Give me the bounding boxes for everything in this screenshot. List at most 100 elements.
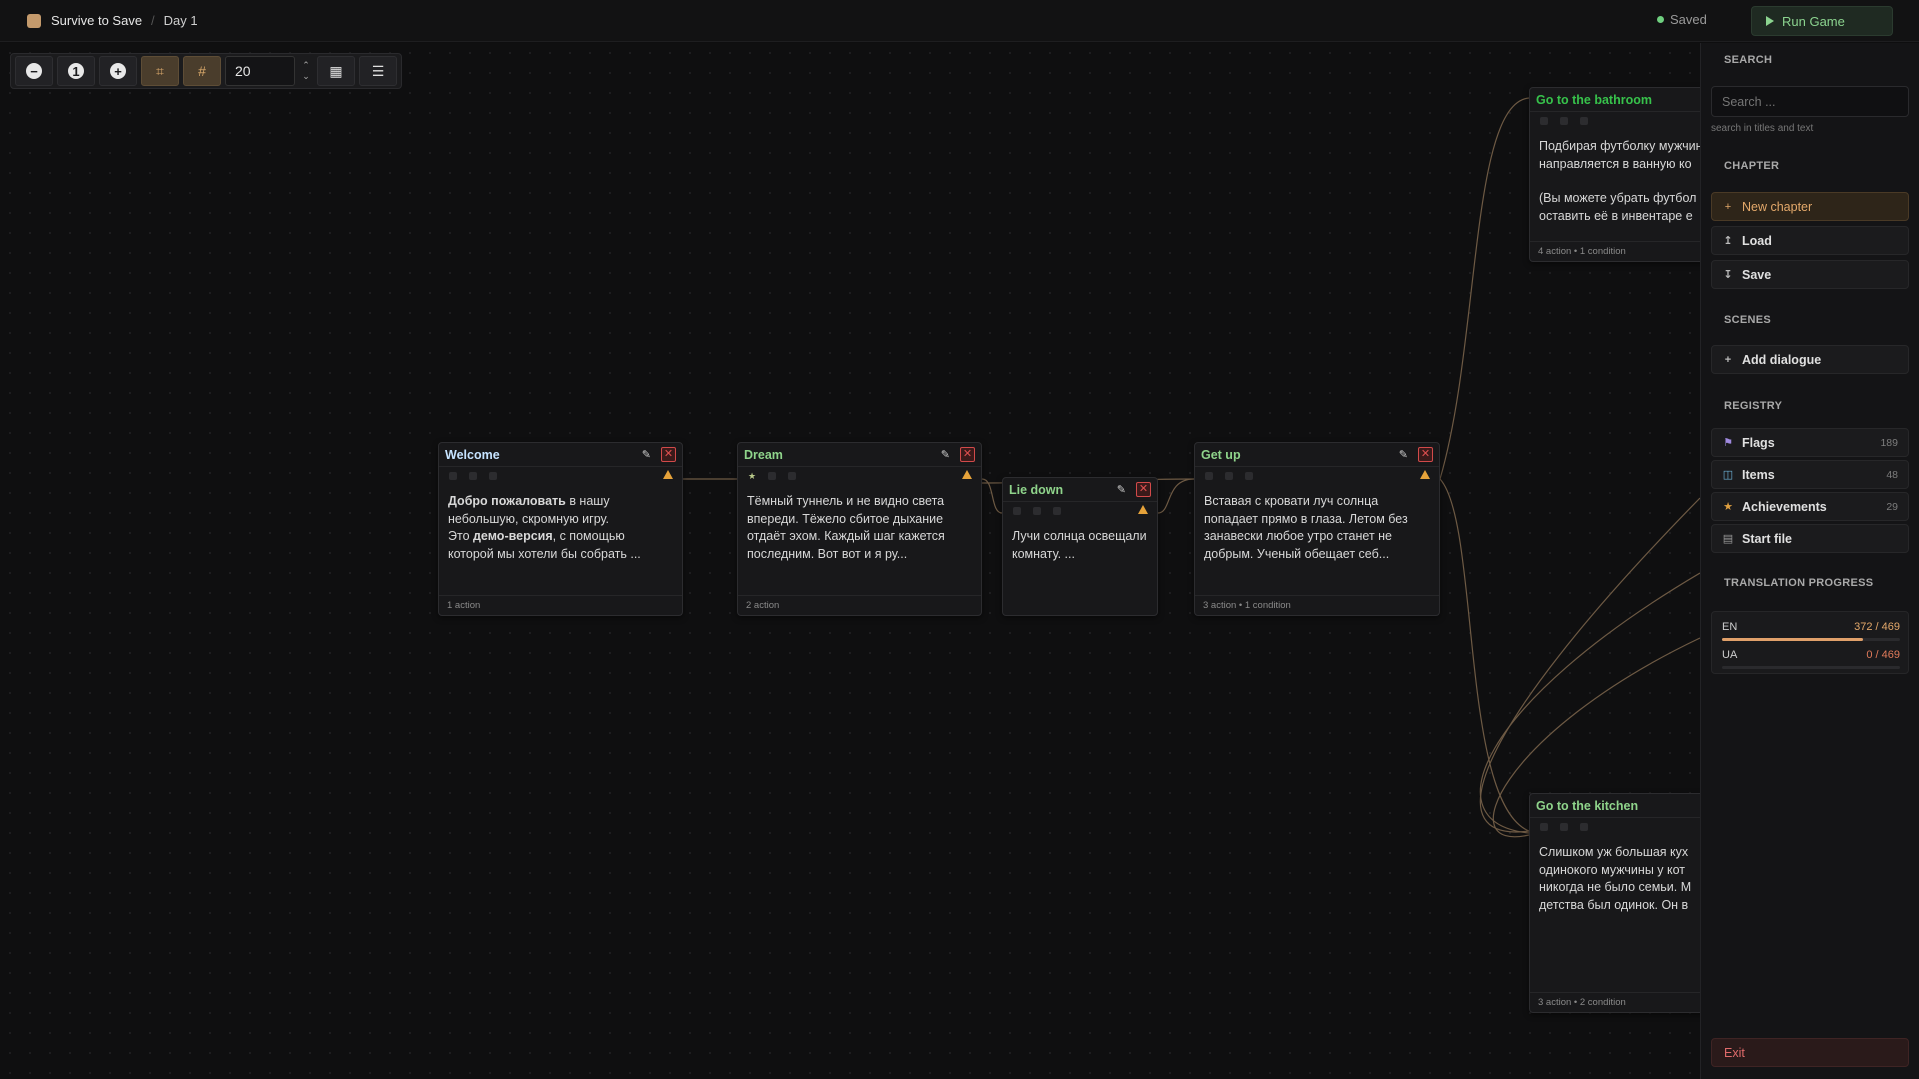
node-header[interactable]: Go to the bathroom xyxy=(1530,88,1700,112)
graph-canvas[interactable]: − 1 + ⌗ # ⌃ ⌄ ▦ ☰ Welcome ✎ ✕ Добро пожа… xyxy=(0,43,1700,1079)
registry-section-title: REGISTRY xyxy=(1724,400,1783,412)
node-header[interactable]: Welcome ✎ ✕ xyxy=(439,443,682,467)
run-game-button[interactable]: Run Game xyxy=(1751,6,1893,36)
node-header[interactable]: Go to the kitchen xyxy=(1530,794,1700,818)
items-label: Items xyxy=(1742,467,1775,482)
scenes-section-title: SCENES xyxy=(1724,314,1772,326)
text-span: Это xyxy=(448,529,473,543)
edit-pencil-icon[interactable]: ✎ xyxy=(1117,483,1126,496)
bold-text: Добро пожаловать xyxy=(448,494,566,508)
achievements-label: Achievements xyxy=(1742,499,1827,514)
warning-icon xyxy=(1138,505,1148,514)
edit-pencil-icon[interactable]: ✎ xyxy=(1399,448,1408,461)
delete-node-button[interactable]: ✕ xyxy=(1136,482,1151,497)
layout-settings-button[interactable]: ☰ xyxy=(359,56,397,86)
achievements-count: 29 xyxy=(1886,500,1898,513)
progress-value: 0 / 469 xyxy=(1866,649,1900,661)
node-title: Welcome xyxy=(445,447,500,462)
grid-visibility-toggle[interactable]: # xyxy=(183,56,221,86)
indicator-icon xyxy=(1560,823,1568,831)
warning-icon xyxy=(1420,470,1430,479)
file-icon: ▤ xyxy=(1722,533,1734,545)
grid-snap-icon: ⌗ xyxy=(156,62,164,79)
translation-section-title: TRANSLATION PROGRESS xyxy=(1724,577,1874,589)
plus-circle-icon: + xyxy=(110,63,126,79)
indicator-icon xyxy=(788,472,797,480)
breadcrumb-separator: / xyxy=(151,13,155,28)
grid-size-input[interactable] xyxy=(225,56,295,86)
start-file-label: Start file xyxy=(1742,531,1793,546)
add-dialogue-button[interactable]: + Add dialogue xyxy=(1711,345,1909,374)
zoom-reset-button[interactable]: 1 xyxy=(57,56,95,86)
node-indicators: ★ xyxy=(738,467,981,485)
play-icon xyxy=(1766,16,1774,26)
minimap-button[interactable]: ▦ xyxy=(317,56,355,86)
edit-pencil-icon[interactable]: ✎ xyxy=(941,448,950,461)
zoom-out-button[interactable]: − xyxy=(15,56,53,86)
achievements-button[interactable]: ★ Achievements 29 xyxy=(1711,492,1909,521)
translation-row-ua: UA 0 / 469 xyxy=(1722,649,1900,661)
node-indicators xyxy=(1003,502,1157,520)
project-name[interactable]: Survive to Save xyxy=(51,13,142,28)
language-label: EN xyxy=(1722,621,1738,633)
language-label: UA xyxy=(1722,649,1738,661)
items-icon: ◫ xyxy=(1722,469,1734,481)
indicator-icon xyxy=(768,472,777,480)
items-button[interactable]: ◫ Items 48 xyxy=(1711,460,1909,489)
node-dream[interactable]: Dream ✎ ✕ ★ Тёмный туннель и не видно св… xyxy=(737,442,982,616)
load-button[interactable]: ↥ Load xyxy=(1711,226,1909,255)
node-text: Слишком уж большая кух одинокого мужчины… xyxy=(1539,845,1692,912)
node-header[interactable]: Get up ✎ ✕ xyxy=(1195,443,1439,467)
text-paragraph: Подбирая футболку мужчина направляется в… xyxy=(1539,139,1700,171)
node-lie-down[interactable]: Lie down ✎ ✕ Лучи солнца освещали комнат… xyxy=(1002,477,1158,616)
snap-to-grid-toggle[interactable]: ⌗ xyxy=(141,56,179,86)
node-header[interactable]: Dream ✎ ✕ xyxy=(738,443,981,467)
delete-node-button[interactable]: ✕ xyxy=(960,447,975,462)
warning-icon xyxy=(663,470,673,479)
search-input[interactable] xyxy=(1711,86,1909,117)
chapter-section-title: CHAPTER xyxy=(1724,160,1780,172)
exit-button[interactable]: Exit xyxy=(1711,1038,1909,1067)
top-bar: Survive to Save / Day 1 Saved Run Game xyxy=(0,0,1919,42)
items-count: 48 xyxy=(1886,468,1898,481)
sliders-icon: ☰ xyxy=(371,62,385,79)
grid-size-stepper[interactable]: ⌃ ⌄ xyxy=(299,60,313,82)
indicator-icon xyxy=(1580,117,1588,125)
right-sidebar: SEARCH search in titles and text CHAPTER… xyxy=(1700,43,1919,1079)
delete-node-button[interactable]: ✕ xyxy=(1418,447,1433,462)
indicator-icon xyxy=(449,472,457,480)
save-button[interactable]: ↧ Save xyxy=(1711,260,1909,289)
start-file-button[interactable]: ▤ Start file xyxy=(1711,524,1909,553)
stepper-up-icon[interactable]: ⌃ xyxy=(299,60,313,71)
node-indicators xyxy=(439,467,682,485)
node-go-to-bathroom[interactable]: Go to the bathroom Подбирая футболку муж… xyxy=(1529,87,1700,262)
node-title: Dream xyxy=(744,447,783,462)
edit-pencil-icon[interactable]: ✎ xyxy=(642,448,651,461)
zoom-in-button[interactable]: + xyxy=(99,56,137,86)
stepper-down-icon[interactable]: ⌄ xyxy=(299,71,313,82)
node-text: Тёмный туннель и не видно света впереди.… xyxy=(747,494,945,561)
save-status-label: Saved xyxy=(1670,12,1707,27)
node-footer: 3 action • 1 condition xyxy=(1195,595,1439,615)
node-get-up[interactable]: Get up ✎ ✕ Вставая с кровати луч солнца … xyxy=(1194,442,1440,616)
breadcrumb-chapter[interactable]: Day 1 xyxy=(164,13,198,28)
project-logo-icon xyxy=(27,13,41,28)
new-chapter-button[interactable]: + New chapter xyxy=(1711,192,1909,221)
load-icon: ↥ xyxy=(1723,235,1733,247)
node-welcome[interactable]: Welcome ✎ ✕ Добро пожаловать в нашу небо… xyxy=(438,442,683,616)
progress-bar-ua xyxy=(1722,666,1900,669)
grid-icon: # xyxy=(198,63,206,79)
wire-kitchen-right-1 xyxy=(1479,497,1700,833)
node-header[interactable]: Lie down ✎ ✕ xyxy=(1003,478,1157,502)
add-dialogue-label: Add dialogue xyxy=(1742,352,1822,367)
wire-liedown-getup xyxy=(1157,478,1195,514)
delete-node-button[interactable]: ✕ xyxy=(661,447,676,462)
node-go-to-kitchen[interactable]: Go to the kitchen Слишком уж большая кух… xyxy=(1529,793,1700,1013)
flags-button[interactable]: ⚑ Flags 189 xyxy=(1711,428,1909,457)
indicator-icon xyxy=(1225,472,1233,480)
star-icon: ★ xyxy=(1723,501,1733,513)
minus-circle-icon: − xyxy=(26,63,42,79)
run-game-label: Run Game xyxy=(1782,13,1845,29)
indicator-icon xyxy=(469,472,477,480)
wire-getup-bathroom xyxy=(1439,97,1530,480)
